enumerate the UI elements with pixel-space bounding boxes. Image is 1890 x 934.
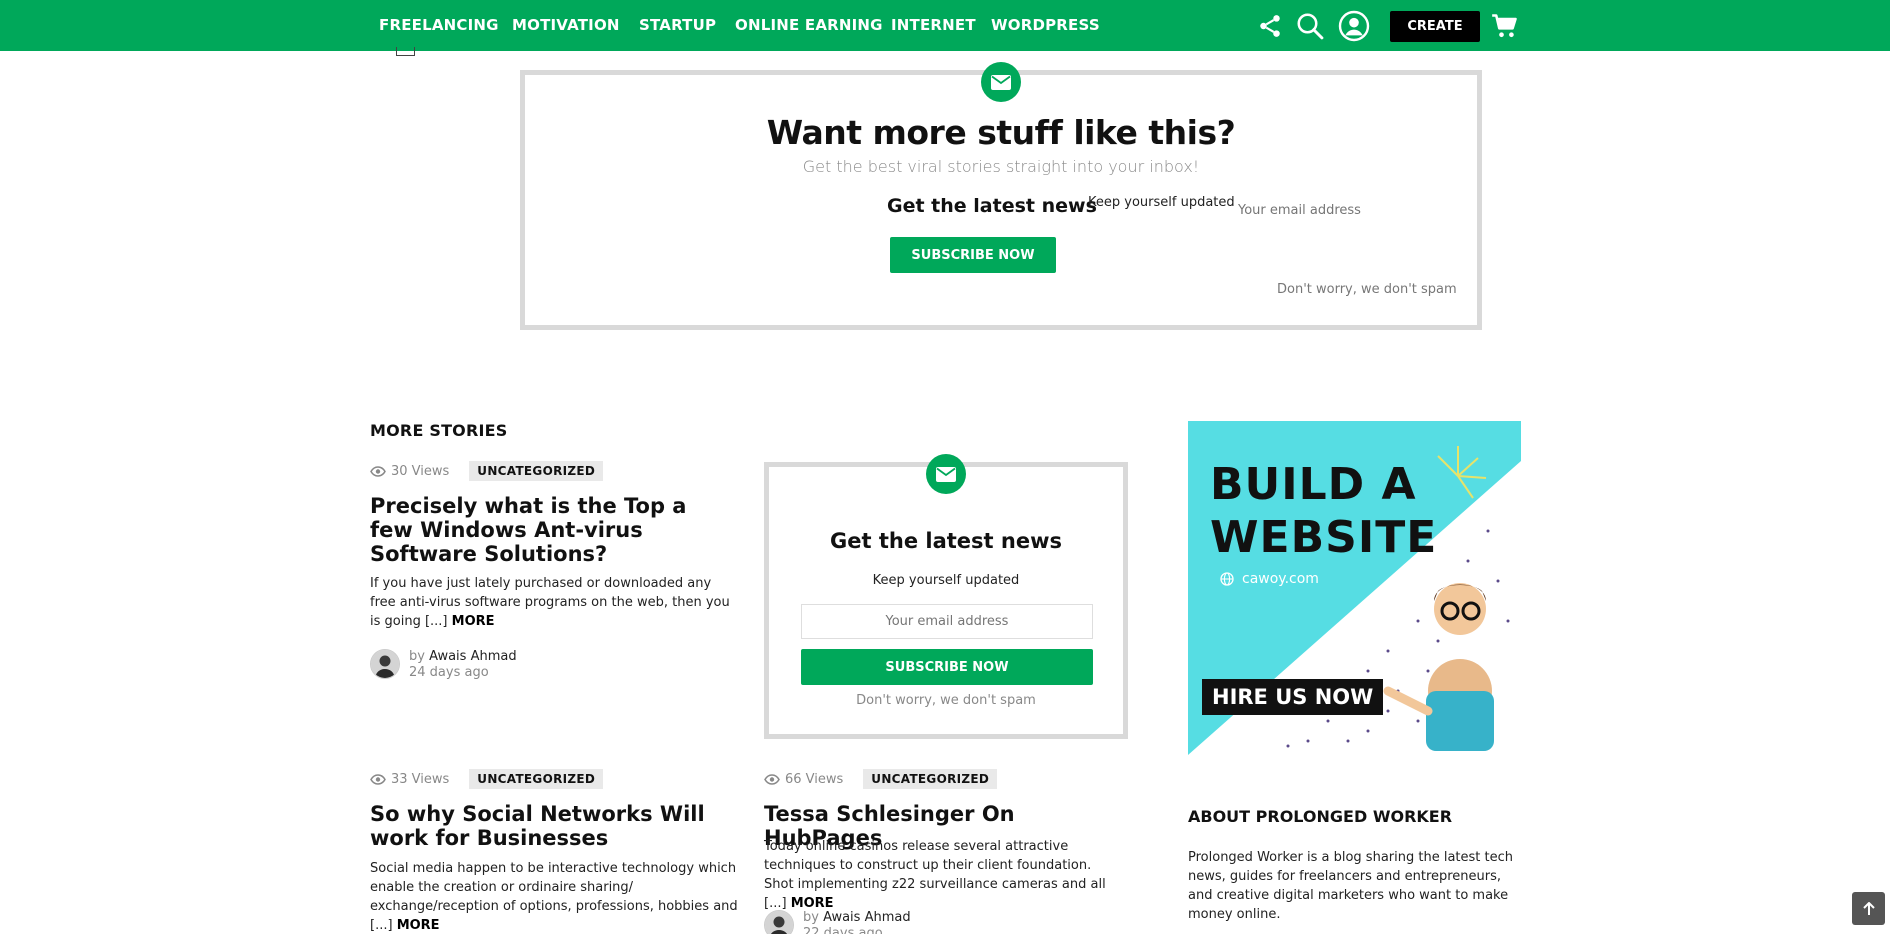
mail-icon (981, 62, 1021, 102)
nav-item-online-earning[interactable]: ONLINE EARNING (735, 16, 883, 34)
about-heading: ABOUT PROLONGED WORKER (1188, 807, 1453, 826)
post-time: 24 days ago (409, 665, 489, 680)
newsletter-title: Want more stuff like this? (766, 113, 1236, 152)
hire-us-button[interactable]: HIRE US NOW (1202, 679, 1384, 715)
partial-divider (396, 47, 415, 56)
more-stories-heading: MORE STORIES (370, 421, 508, 440)
newsletter-email-input[interactable] (801, 604, 1093, 639)
post-meta: 30 Views UNCATEGORIZED (370, 461, 604, 481)
post-time: 22 days ago (803, 926, 883, 934)
view-count: 30 Views (391, 463, 450, 479)
author-name[interactable]: Awais Ahmad (429, 649, 517, 664)
eye-icon (764, 773, 780, 785)
author-name[interactable]: Awais Ahmad (823, 910, 911, 925)
newsletter-title: Get the latest news (830, 529, 1062, 553)
post-excerpt: If you have just lately purchased or dow… (370, 574, 730, 631)
avatar[interactable] (370, 649, 400, 679)
scroll-to-top-button[interactable] (1852, 892, 1885, 925)
nav-item-startup[interactable]: STARTUP (639, 16, 716, 34)
more-link[interactable]: MORE (452, 614, 495, 629)
view-count: 66 Views (785, 771, 844, 787)
eye-icon (370, 465, 386, 477)
ad-site: cawoy.com (1220, 571, 1319, 587)
user-icon[interactable] (1338, 10, 1370, 42)
newsletter-latest-label: Get the latest news (887, 195, 1097, 217)
by-label: by (803, 910, 819, 925)
nav-item-freelancing[interactable]: FREELANCING (379, 16, 499, 34)
excerpt-text: If you have just lately purchased or dow… (370, 576, 730, 629)
globe-icon (1220, 572, 1234, 586)
post-title[interactable]: So why Social Networks Will work for Bus… (370, 802, 730, 850)
no-spam-note: Don't worry, we don't spam (1277, 282, 1457, 297)
newsletter-keep-label: Keep yourself updated (1088, 195, 1235, 210)
post-title[interactable]: Precisely what is the Top a few Windows … (370, 494, 710, 566)
category-badge[interactable]: UNCATEGORIZED (863, 769, 998, 789)
subscribe-button[interactable]: SUBSCRIBE NOW (890, 237, 1056, 273)
more-link[interactable]: MORE (791, 896, 834, 911)
ad-site-text: cawoy.com (1242, 571, 1319, 587)
post-meta: 66 Views UNCATEGORIZED (764, 769, 998, 789)
search-icon[interactable] (1294, 10, 1326, 42)
category-badge[interactable]: UNCATEGORIZED (469, 769, 604, 789)
top-navbar: FREELANCING MOTIVATION STARTUP ONLINE EA… (0, 0, 1890, 51)
cart-icon[interactable] (1489, 10, 1521, 42)
mail-icon (926, 454, 966, 494)
newsletter-email-input[interactable] (1238, 203, 1438, 218)
create-button[interactable]: CREATE (1390, 11, 1480, 42)
newsletter-subtitle: Get the best viral stories straight into… (802, 157, 1200, 176)
post-meta: 33 Views UNCATEGORIZED (370, 769, 604, 789)
nav-item-motivation[interactable]: MOTIVATION (512, 16, 620, 34)
ad-headline-2: WEBSITE (1210, 512, 1438, 563)
post-excerpt: Today online casinos release several att… (764, 837, 1124, 913)
post-excerpt: Social media happen to be interactive te… (370, 859, 740, 934)
nav-item-wordpress[interactable]: WORDPRESS (991, 16, 1100, 34)
by-label: by (409, 649, 425, 664)
post-author: by Awais Ahmad 24 days ago (370, 649, 517, 681)
post-author: by Awais Ahmad 22 days ago (764, 910, 911, 934)
subscribe-button[interactable]: SUBSCRIBE NOW (801, 649, 1093, 685)
newsletter-box-sidebar: Get the latest news Keep yourself update… (764, 454, 1128, 739)
eye-icon (370, 773, 386, 785)
nav-item-internet[interactable]: INTERNET (891, 16, 976, 34)
more-link[interactable]: MORE (397, 918, 440, 933)
build-website-ad[interactable]: BUILD A WEBSITE cawoy.com HIRE US NOW (1188, 421, 1521, 755)
arrow-up-icon (1862, 901, 1875, 916)
newsletter-keep-label: Keep yourself updated (872, 573, 1020, 588)
share-icon[interactable] (1254, 10, 1286, 42)
about-text: Prolonged Worker is a blog sharing the l… (1188, 850, 1513, 922)
view-count: 33 Views (391, 771, 450, 787)
category-badge[interactable]: UNCATEGORIZED (469, 461, 604, 481)
newsletter-box-top: Want more stuff like this? Get the best … (520, 62, 1482, 330)
no-spam-note: Don't worry, we don't spam (856, 693, 1036, 708)
ad-headline-1: BUILD A (1210, 459, 1417, 510)
avatar[interactable] (764, 910, 794, 934)
